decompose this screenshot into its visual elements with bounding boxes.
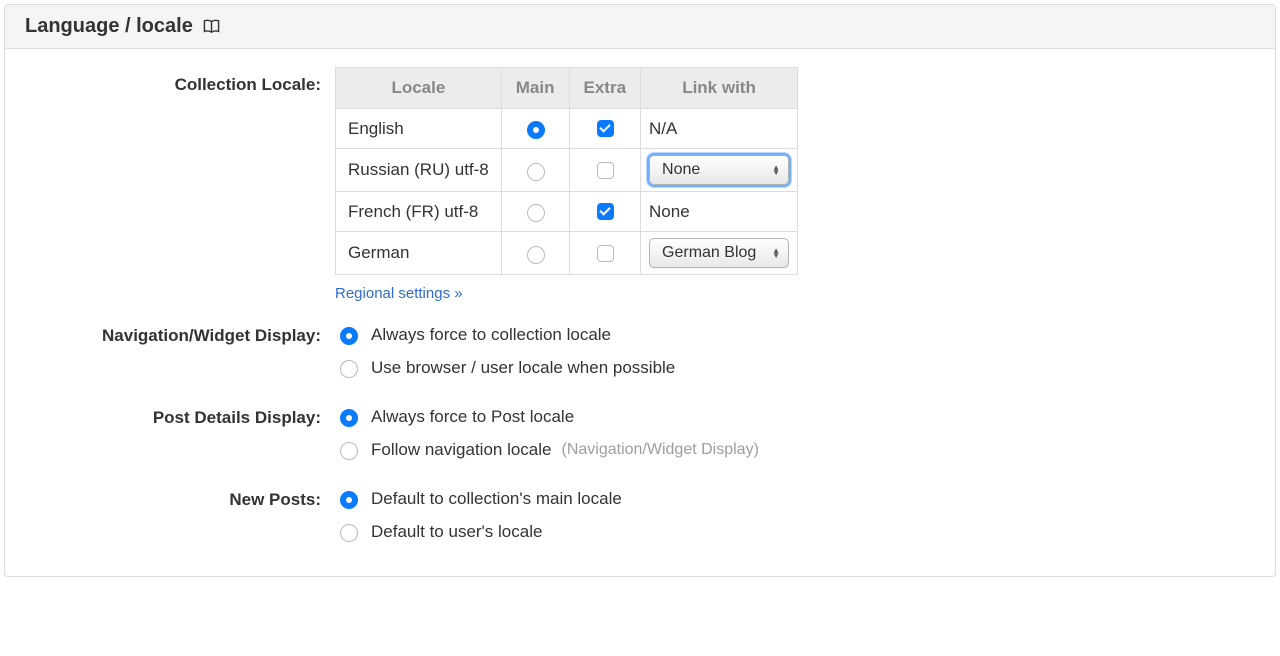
main-locale-radio[interactable] (527, 246, 545, 264)
new-posts-label: New Posts: (45, 488, 335, 510)
select-arrows-icon (772, 165, 780, 175)
main-cell (501, 232, 569, 275)
extra-locale-checkbox[interactable] (597, 203, 614, 220)
post-details-follow-radio[interactable] (340, 442, 358, 460)
locale-cell: English (336, 109, 502, 149)
linkwith-na-text: N/A (649, 119, 677, 138)
extra-header: Extra (569, 68, 641, 109)
nav-widget-browser-text: Use browser / user locale when possible (371, 358, 675, 378)
post-details-force-radio[interactable] (340, 409, 358, 427)
main-cell (501, 192, 569, 232)
regional-settings-link[interactable]: Regional settings » (335, 285, 463, 302)
locale-cell: French (FR) utf-8 (336, 192, 502, 232)
extra-locale-checkbox[interactable] (597, 162, 614, 179)
linkwith-select[interactable]: None (649, 155, 789, 185)
post-details-follow-option[interactable]: Follow navigation locale (Navigation/Wid… (335, 439, 1235, 460)
extra-cell (569, 232, 641, 275)
extra-locale-checkbox[interactable] (597, 245, 614, 262)
linkwith-cell: None (641, 192, 798, 232)
new-posts-collection-text: Default to collection's main locale (371, 489, 622, 509)
new-posts-user-option[interactable]: Default to user's locale (335, 521, 1235, 542)
locale-cell: Russian (RU) utf-8 (336, 149, 502, 192)
nav-widget-browser-option[interactable]: Use browser / user locale when possible (335, 357, 1235, 378)
table-row: English N/A (336, 109, 798, 149)
linkwith-text: None (649, 202, 690, 221)
new-posts-user-radio[interactable] (340, 524, 358, 542)
linkwith-select[interactable]: German Blog (649, 238, 789, 268)
linkwith-select-value: None (662, 161, 700, 179)
linkwith-select-value: German Blog (662, 244, 756, 262)
new-posts-user-text: Default to user's locale (371, 522, 542, 542)
extra-cell (569, 109, 641, 149)
new-posts-collection-option[interactable]: Default to collection's main locale (335, 488, 1235, 509)
post-details-label: Post Details Display: (45, 406, 335, 428)
new-posts-collection-radio[interactable] (340, 491, 358, 509)
extra-locale-checkbox[interactable] (597, 120, 614, 137)
main-cell (501, 109, 569, 149)
select-arrows-icon (772, 248, 780, 258)
page-title: Language / locale (25, 15, 193, 38)
nav-widget-force-option[interactable]: Always force to collection locale (335, 324, 1235, 345)
post-details-force-option[interactable]: Always force to Post locale (335, 406, 1235, 427)
panel-header: Language / locale (5, 5, 1275, 49)
table-row: Russian (RU) utf-8 None (336, 149, 798, 192)
post-details-force-text: Always force to Post locale (371, 407, 574, 427)
post-details-follow-text: Follow navigation locale (371, 440, 552, 460)
collection-locale-label: Collection Locale: (45, 67, 335, 95)
linkwith-header: Link with (641, 68, 798, 109)
main-cell (501, 149, 569, 192)
main-header: Main (501, 68, 569, 109)
nav-widget-label: Navigation/Widget Display: (45, 324, 335, 346)
nav-widget-force-radio[interactable] (340, 327, 358, 345)
table-row: French (FR) utf-8 None (336, 192, 798, 232)
table-header-row: Locale Main Extra Link with (336, 68, 798, 109)
main-locale-radio[interactable] (527, 204, 545, 222)
main-locale-radio[interactable] (527, 163, 545, 181)
language-locale-panel: Language / locale Collection Locale: Loc… (4, 4, 1276, 577)
locale-cell: German (336, 232, 502, 275)
locale-header: Locale (336, 68, 502, 109)
manual-icon[interactable] (203, 19, 220, 38)
main-locale-radio[interactable] (527, 121, 545, 139)
linkwith-cell: German Blog (641, 232, 798, 275)
linkwith-cell: None (641, 149, 798, 192)
locale-table: Locale Main Extra Link with English N/A Ru… (335, 67, 798, 275)
post-details-follow-hint: (Navigation/Widget Display) (562, 441, 759, 459)
nav-widget-force-text: Always force to collection locale (371, 325, 611, 345)
nav-widget-browser-radio[interactable] (340, 360, 358, 378)
linkwith-cell: N/A (641, 109, 798, 149)
extra-cell (569, 192, 641, 232)
table-row: German German Blog (336, 232, 798, 275)
extra-cell (569, 149, 641, 192)
